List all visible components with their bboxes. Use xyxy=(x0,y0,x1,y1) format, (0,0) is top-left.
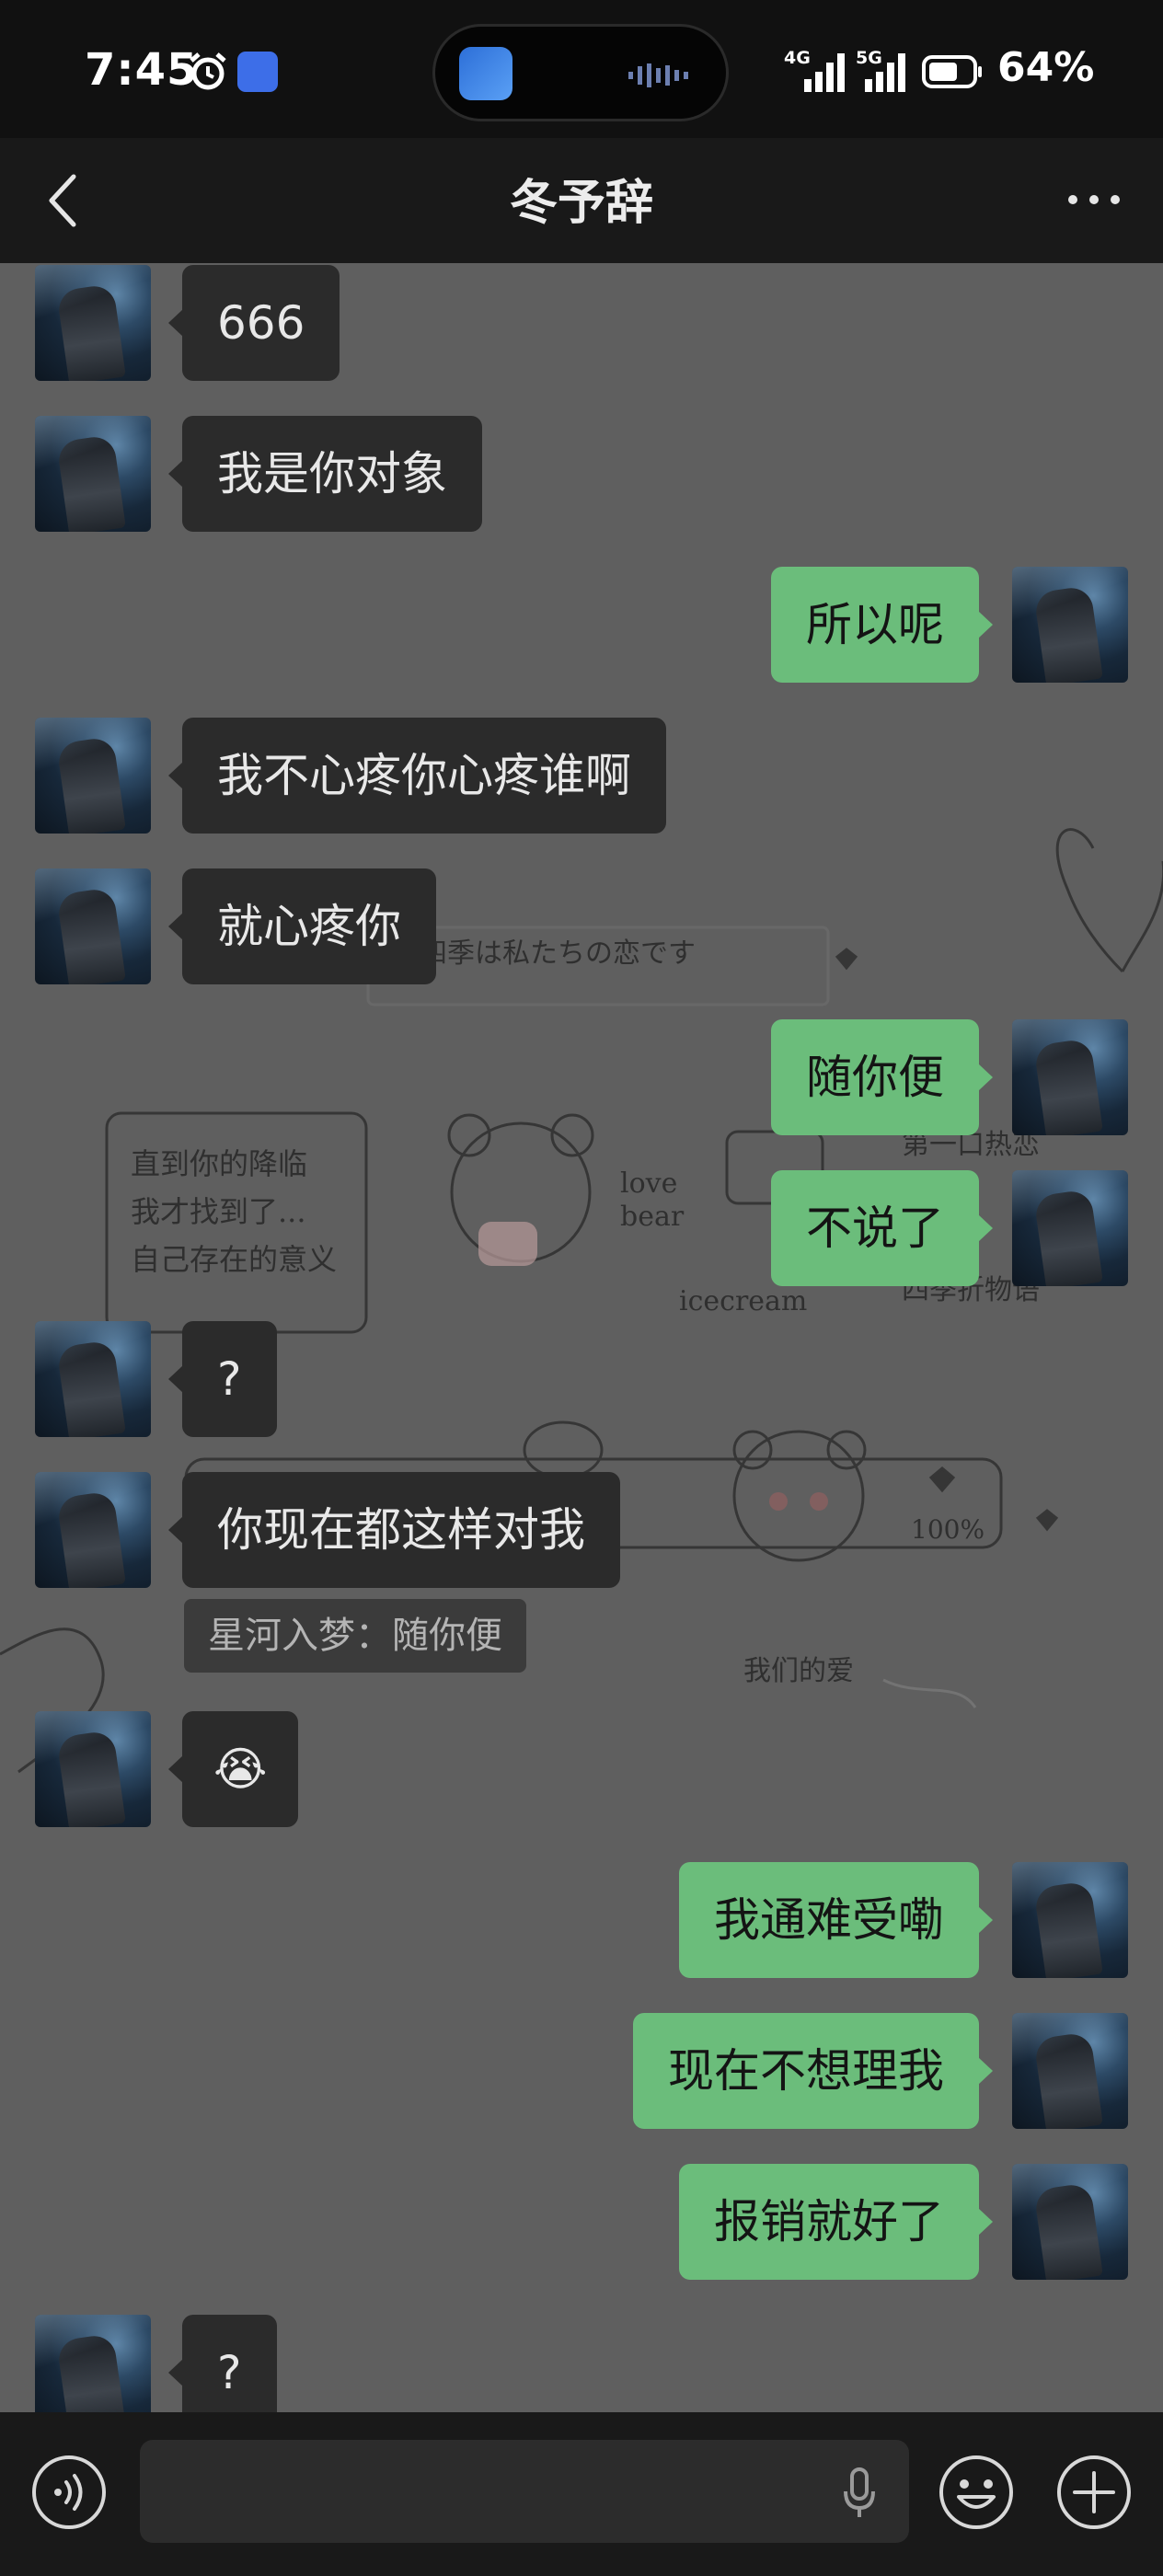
contact-avatar[interactable] xyxy=(35,868,151,984)
contact-avatar[interactable] xyxy=(35,1472,151,1588)
audio-wave-icon xyxy=(628,63,688,87)
emoji-icon[interactable] xyxy=(937,2453,1016,2532)
message-input[interactable] xyxy=(140,2440,909,2543)
battery-percent: 64% xyxy=(997,44,1095,91)
message-bubble-sent[interactable]: 现在不想理我 xyxy=(633,2013,993,2129)
battery-icon xyxy=(922,55,982,88)
plus-icon[interactable] xyxy=(1054,2453,1134,2532)
wallpaper-bear: bear xyxy=(620,1201,685,1233)
emoji-message-bubble[interactable]: 😭 xyxy=(167,1711,299,1827)
wallpaper-note-line-3: 自己存在的意义 xyxy=(131,1242,337,1277)
input-bar xyxy=(0,2412,1163,2576)
microphone-icon[interactable] xyxy=(841,2466,878,2521)
dynamic-island[interactable] xyxy=(432,24,729,121)
status-time: 7:45 xyxy=(85,44,199,96)
wallpaper-love: love xyxy=(620,1167,677,1200)
contact-avatar[interactable] xyxy=(35,265,151,381)
message-bubble-received[interactable]: ? xyxy=(168,2315,277,2412)
message-list[interactable]: 四季は私たちの恋です 直到你的降临 我才找到了... 自己存在的意义 love … xyxy=(0,263,1163,2412)
my-avatar[interactable] xyxy=(1012,1019,1128,1135)
wallpaper-note-line-2: 我才找到了... xyxy=(131,1194,306,1229)
voice-mode-icon[interactable] xyxy=(29,2453,109,2532)
more-icon[interactable] xyxy=(1062,177,1126,223)
app-notification-icon xyxy=(237,52,278,92)
signal-icon-2 xyxy=(865,53,905,92)
contact-avatar[interactable] xyxy=(35,1711,151,1827)
wallpaper-note-line-1: 直到你的降临 xyxy=(131,1146,307,1181)
chat-screen: 7:45 4G 5G 64% 冬予辞 四季は私たちの恋です 直到你的降临 我才找… xyxy=(0,0,1163,2576)
message-bubble-sent[interactable]: 我通难受嘞 xyxy=(679,1862,993,1978)
wallpaper-icecream: icecream xyxy=(679,1285,807,1317)
signal-icon xyxy=(804,53,845,92)
contact-avatar[interactable] xyxy=(35,1321,151,1437)
message-bubble-received[interactable]: ? xyxy=(168,1321,277,1437)
quoted-message[interactable]: 星河入梦：随你便 xyxy=(184,1599,526,1673)
message-bubble-sent[interactable]: 随你便 xyxy=(771,1019,993,1135)
message-bubble-received[interactable]: 666 xyxy=(167,265,340,381)
wallpaper-our-love: 我们的爱 xyxy=(743,1655,854,1687)
message-bubble-sent[interactable]: 报销就好了 xyxy=(679,2164,993,2280)
live-activity-app-icon xyxy=(459,47,512,100)
message-bubble-received[interactable]: 我不心疼你心疼谁啊 xyxy=(168,718,666,834)
status-bar: 7:45 4G 5G 64% xyxy=(0,0,1163,138)
chat-wallpaper: 四季は私たちの恋です 直到你的降临 我才找到了... 自己存在的意义 love … xyxy=(0,828,1163,1774)
message-bubble-received[interactable]: 你现在都这样对我 xyxy=(168,1472,620,1588)
my-avatar[interactable] xyxy=(1012,1862,1128,1978)
my-avatar[interactable] xyxy=(1012,2013,1128,2129)
wallpaper-phrase: 四季は私たちの恋です xyxy=(420,937,696,970)
contact-avatar[interactable] xyxy=(35,416,151,532)
alarm-icon xyxy=(190,52,226,90)
message-bubble-sent[interactable]: 不说了 xyxy=(771,1170,993,1286)
my-avatar[interactable] xyxy=(1012,1170,1128,1286)
wallpaper-percent: 100% xyxy=(911,1514,985,1545)
my-avatar[interactable] xyxy=(1012,567,1128,683)
chat-header: 冬予辞 xyxy=(0,138,1163,263)
contact-avatar[interactable] xyxy=(35,2315,151,2412)
message-bubble-sent[interactable]: 所以呢 xyxy=(771,567,993,683)
my-avatar[interactable] xyxy=(1012,2164,1128,2280)
contact-avatar[interactable] xyxy=(35,718,151,834)
message-bubble-received[interactable]: 就心疼你 xyxy=(168,868,436,984)
contact-name: 冬予辞 xyxy=(509,176,653,231)
message-bubble-received[interactable]: 我是你对象 xyxy=(168,416,482,532)
